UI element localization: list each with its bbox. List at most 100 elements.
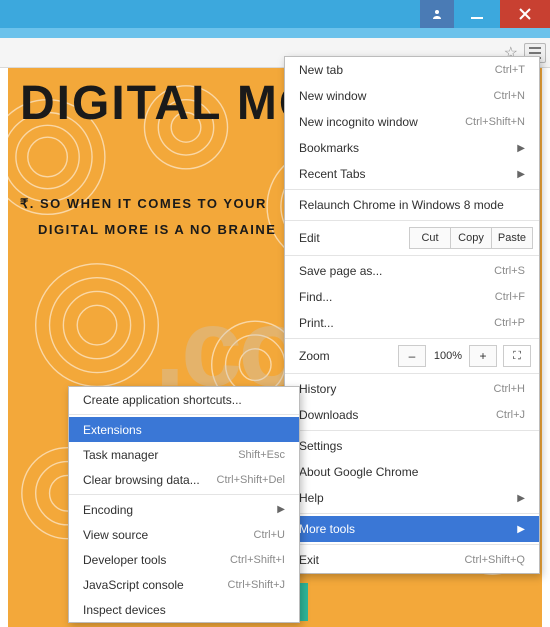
menu-downloads[interactable]: Downloads Ctrl+J bbox=[285, 402, 539, 428]
shortcut: Ctrl+H bbox=[494, 383, 525, 395]
menu-more-tools[interactable]: More tools ▶ bbox=[285, 516, 539, 542]
separator bbox=[285, 189, 539, 190]
shortcut: Shift+Esc bbox=[238, 449, 285, 461]
zoom-value: 100% bbox=[426, 350, 470, 362]
menu-label: Settings bbox=[299, 439, 342, 453]
menu-label: Exit bbox=[299, 553, 319, 567]
chevron-right-icon: ▶ bbox=[277, 504, 285, 515]
page-headline: DIGITAL MO bbox=[20, 76, 318, 131]
zoom-in-button[interactable]: + bbox=[469, 345, 497, 367]
submenu-encoding[interactable]: Encoding ▶ bbox=[69, 497, 299, 522]
shortcut: Ctrl+P bbox=[494, 317, 525, 329]
separator bbox=[69, 414, 299, 415]
menu-print[interactable]: Print... Ctrl+P bbox=[285, 310, 539, 336]
submenu-extensions[interactable]: Extensions bbox=[69, 417, 299, 442]
menu-new-window[interactable]: New window Ctrl+N bbox=[285, 83, 539, 109]
menu-relaunch-win8[interactable]: Relaunch Chrome in Windows 8 mode bbox=[285, 192, 539, 218]
menu-label: Create application shortcuts... bbox=[83, 393, 242, 407]
copy-button[interactable]: Copy bbox=[450, 227, 492, 249]
menu-label: New tab bbox=[299, 63, 343, 77]
more-tools-submenu: Create application shortcuts... Extensio… bbox=[68, 386, 300, 623]
menu-label: JavaScript console bbox=[83, 578, 184, 592]
fullscreen-button[interactable]: ⛶ bbox=[503, 345, 531, 367]
menu-label: New window bbox=[299, 89, 366, 103]
zoom-out-button[interactable]: – bbox=[398, 345, 426, 367]
minimize-button[interactable] bbox=[454, 0, 500, 28]
menu-label: Clear browsing data... bbox=[83, 473, 200, 487]
shortcut: Ctrl+Shift+J bbox=[228, 579, 285, 591]
menu-find[interactable]: Find... Ctrl+F bbox=[285, 284, 539, 310]
separator bbox=[285, 255, 539, 256]
menu-about[interactable]: About Google Chrome bbox=[285, 459, 539, 485]
shortcut: Ctrl+F bbox=[495, 291, 525, 303]
paste-button[interactable]: Paste bbox=[491, 227, 533, 249]
page-subtitle-2: DIGITAL MORE IS A NO BRAINE bbox=[38, 222, 276, 237]
menu-label: Encoding bbox=[83, 503, 133, 517]
shortcut: Ctrl+S bbox=[494, 265, 525, 277]
menu-help[interactable]: Help ▶ bbox=[285, 485, 539, 511]
submenu-developer-tools[interactable]: Developer tools Ctrl+Shift+I bbox=[69, 547, 299, 572]
menu-label: Inspect devices bbox=[83, 603, 166, 617]
submenu-inspect-devices[interactable]: Inspect devices bbox=[69, 597, 299, 622]
menu-new-tab[interactable]: New tab Ctrl+T bbox=[285, 57, 539, 83]
page-subtitle-1: ₹. SO WHEN IT COMES TO YOUR bbox=[20, 196, 267, 212]
submenu-task-manager[interactable]: Task manager Shift+Esc bbox=[69, 442, 299, 467]
menu-label: Print... bbox=[299, 316, 334, 330]
menu-label: Task manager bbox=[83, 448, 158, 462]
shortcut: Ctrl+J bbox=[496, 409, 525, 421]
menu-history[interactable]: History Ctrl+H bbox=[285, 376, 539, 402]
separator bbox=[285, 513, 539, 514]
menu-label: Help bbox=[299, 491, 324, 505]
separator bbox=[285, 338, 539, 339]
separator bbox=[285, 544, 539, 545]
menu-label: History bbox=[299, 382, 336, 396]
menu-label: Downloads bbox=[299, 408, 358, 422]
menu-label: More tools bbox=[299, 522, 355, 536]
menu-label: New incognito window bbox=[299, 115, 418, 129]
separator bbox=[285, 220, 539, 221]
shortcut: Ctrl+Shift+Del bbox=[217, 474, 285, 486]
shortcut: Ctrl+U bbox=[254, 529, 285, 541]
shortcut: Ctrl+Shift+I bbox=[230, 554, 285, 566]
separator bbox=[285, 430, 539, 431]
menu-bookmarks[interactable]: Bookmarks ▶ bbox=[285, 135, 539, 161]
shortcut: Ctrl+T bbox=[495, 64, 525, 76]
chevron-right-icon: ▶ bbox=[517, 169, 525, 180]
menu-zoom-row: Zoom – 100% + ⛶ bbox=[285, 341, 539, 371]
chevron-right-icon: ▶ bbox=[517, 524, 525, 535]
menu-label: Edit bbox=[299, 231, 320, 245]
tab-strip bbox=[0, 28, 550, 38]
submenu-clear-data[interactable]: Clear browsing data... Ctrl+Shift+Del bbox=[69, 467, 299, 492]
chevron-right-icon: ▶ bbox=[517, 143, 525, 154]
submenu-create-shortcuts[interactable]: Create application shortcuts... bbox=[69, 387, 299, 412]
chrome-main-menu: New tab Ctrl+T New window Ctrl+N New incog… bbox=[284, 56, 540, 574]
menu-recent-tabs[interactable]: Recent Tabs ▶ bbox=[285, 161, 539, 187]
menu-label: Find... bbox=[299, 290, 332, 304]
menu-save-page[interactable]: Save page as... Ctrl+S bbox=[285, 258, 539, 284]
cut-button[interactable]: Cut bbox=[409, 227, 451, 249]
menu-label: Relaunch Chrome in Windows 8 mode bbox=[299, 198, 504, 212]
user-icon[interactable] bbox=[420, 0, 454, 28]
separator bbox=[69, 494, 299, 495]
menu-label: Developer tools bbox=[83, 553, 166, 567]
menu-incognito[interactable]: New incognito window Ctrl+Shift+N bbox=[285, 109, 539, 135]
menu-exit[interactable]: Exit Ctrl+Shift+Q bbox=[285, 547, 539, 573]
separator bbox=[285, 373, 539, 374]
submenu-js-console[interactable]: JavaScript console Ctrl+Shift+J bbox=[69, 572, 299, 597]
menu-edit-row: Edit Cut Copy Paste bbox=[285, 223, 539, 253]
menu-label: Recent Tabs bbox=[299, 167, 366, 181]
shortcut: Ctrl+N bbox=[494, 90, 525, 102]
shortcut: Ctrl+Shift+Q bbox=[464, 554, 525, 566]
menu-label: About Google Chrome bbox=[299, 465, 418, 479]
menu-label: Extensions bbox=[83, 423, 142, 437]
window-titlebar bbox=[0, 0, 550, 28]
menu-label: Zoom bbox=[299, 349, 330, 363]
submenu-view-source[interactable]: View source Ctrl+U bbox=[69, 522, 299, 547]
chevron-right-icon: ▶ bbox=[517, 493, 525, 504]
menu-label: Bookmarks bbox=[299, 141, 359, 155]
close-button[interactable] bbox=[500, 0, 550, 28]
menu-label: Save page as... bbox=[299, 264, 382, 278]
shortcut: Ctrl+Shift+N bbox=[465, 116, 525, 128]
menu-settings[interactable]: Settings bbox=[285, 433, 539, 459]
menu-label: View source bbox=[83, 528, 148, 542]
